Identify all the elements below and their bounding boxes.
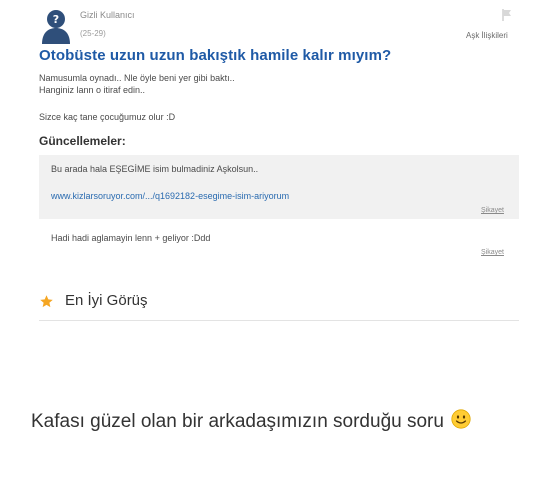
flag-icon[interactable] [500, 8, 514, 22]
slightly-smiling-face-emoji [451, 409, 471, 429]
question-body-line: Hanginiz lann o itiraf edin.. [39, 85, 146, 95]
user-name[interactable]: Gizli Kullanıcı [80, 10, 135, 20]
best-answer-header: En İyi Görüş [39, 290, 519, 321]
update-item: Bu arada hala EŞEGİME isim bulmadiniz Aş… [39, 155, 519, 219]
best-answer-label: En İyi Görüş [65, 292, 148, 309]
updates-heading: Güncellemeler: [39, 134, 126, 148]
user-age-range: (25-29) [80, 29, 106, 38]
star-icon [40, 295, 53, 308]
question-card: ? Gizli Kullanıcı (25-29) Aşk İlişkileri… [0, 0, 558, 330]
update-text: Hadi hadi aglamayin lenn + geliyor :Ddd [51, 233, 211, 243]
report-link[interactable]: Şikayet [481, 249, 504, 256]
caption: Kafası güzel olan bir arkadaşımızın sord… [31, 404, 531, 440]
update-item: Hadi hadi aglamayin lenn + geliyor :Ddd … [39, 222, 519, 262]
category-tag[interactable]: Aşk İlişkileri [466, 31, 508, 40]
svg-text:?: ? [53, 13, 59, 26]
update-link[interactable]: www.kizlarsoruyor.com/.../q1692182-esegi… [51, 191, 289, 201]
anonymous-avatar-icon[interactable]: ? [41, 8, 71, 44]
update-text: Bu arada hala EŞEGİME isim bulmadiniz Aş… [51, 164, 259, 174]
question-body-line: Namusumla oynadı.. Nle öyle beni yer gib… [39, 73, 235, 83]
question-body-line: Sizce kaç tane çocuğumuz olur :D [39, 112, 176, 122]
question-title: Otobüste uzun uzun bakıştık hamile kalır… [39, 47, 392, 64]
caption-text: Kafası güzel olan bir arkadaşımızın sord… [31, 411, 444, 432]
report-link[interactable]: Şikayet [481, 207, 504, 214]
